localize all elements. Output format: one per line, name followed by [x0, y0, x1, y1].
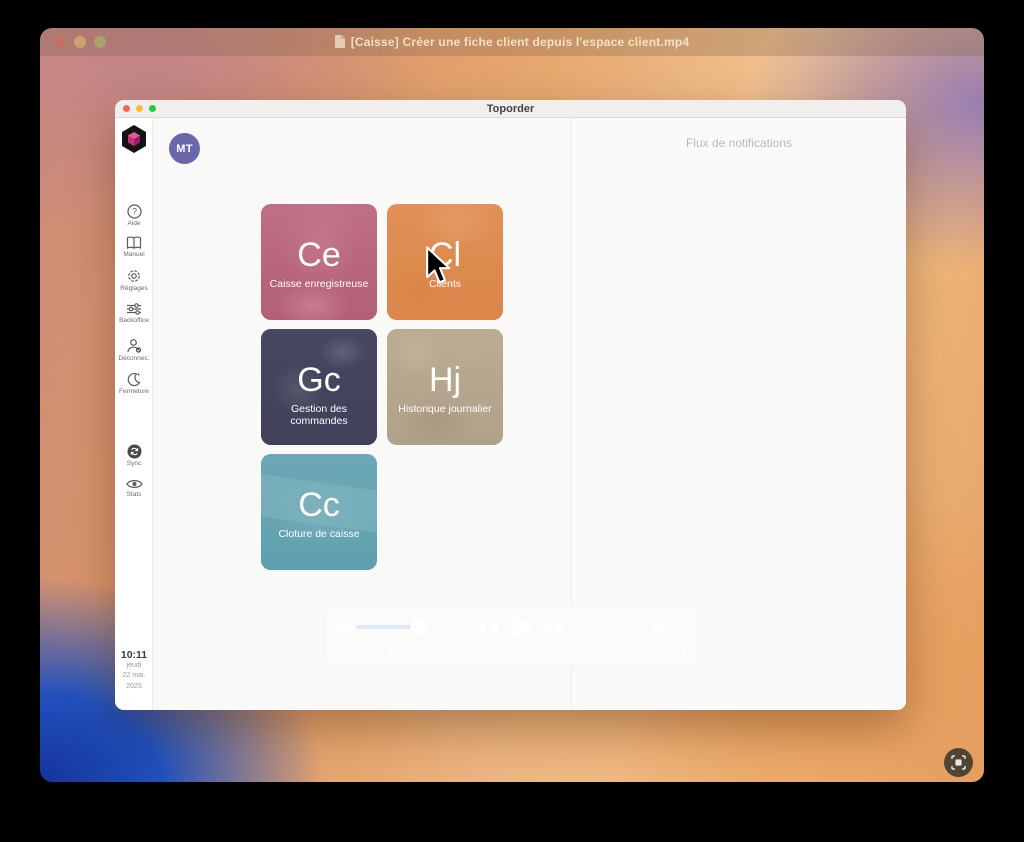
sidebar: ? Aide Manuel Réglages Backoffice Déconn… [115, 118, 153, 710]
moon-icon [126, 372, 142, 387]
user-badge-icon [126, 338, 143, 354]
playback-controls[interactable]: » 139 F 3792 F [326, 605, 700, 665]
sidebar-item-sync[interactable]: Sync [115, 444, 153, 467]
airplay-icon[interactable] [606, 619, 626, 635]
playhead[interactable] [388, 648, 391, 662]
tile-cloture-de-caisse[interactable]: Cc Cloture de caisse [261, 454, 377, 570]
timeline-played [376, 655, 386, 657]
player-titlebar[interactable]: [Caisse] Créer une fiche client depuis l… [40, 28, 984, 56]
mouse-cursor [424, 246, 454, 286]
frame-counter-current: 139 F [338, 648, 366, 660]
player-title: [Caisse] Créer une fiche client depuis l… [40, 35, 984, 49]
document-icon [335, 35, 346, 48]
play-icon[interactable] [510, 613, 534, 641]
volume-slider[interactable] [356, 625, 418, 629]
clock-year: 2025 [115, 682, 153, 693]
app-titlebar[interactable]: Toporder [115, 100, 906, 118]
sidebar-item-backoffice[interactable]: Backoffice [115, 302, 153, 324]
tile-historique-journalier[interactable]: Hj Historique journalier [387, 329, 503, 445]
svg-text:?: ? [131, 207, 136, 217]
pip-icon[interactable] [642, 619, 663, 635]
sidebar-item-reglages[interactable]: Réglages [115, 268, 153, 292]
video-player-window: [Caisse] Créer une fiche client depuis l… [40, 28, 984, 782]
sidebar-clock: 10:11 jeudi 22 mai. 2025 [115, 649, 153, 693]
sidebar-item-deconnexion[interactable]: Déconnec. [115, 338, 153, 362]
timeline[interactable]: 139 F 3792 F [326, 645, 700, 665]
sliders-icon [126, 302, 142, 316]
timeline-remaining [394, 655, 630, 657]
notifications-title: Flux de notifications [572, 136, 906, 150]
tile-caisse-enregistreuse[interactable]: Ce Caisse enregistreuse [261, 204, 377, 320]
help-circle-icon: ? [127, 204, 142, 219]
rewind-icon[interactable] [474, 618, 500, 636]
sync-icon [127, 444, 142, 459]
clock-weekday: jeudi [115, 661, 153, 672]
toporder-logo-icon[interactable] [120, 124, 148, 159]
frame-counter-total: 3792 F [654, 648, 688, 660]
sidebar-item-stats[interactable]: Stats [115, 478, 153, 498]
more-chevrons-icon[interactable]: » [678, 616, 687, 636]
clock-time: 10:11 [115, 649, 153, 661]
sidebar-item-aide[interactable]: ? Aide [115, 204, 153, 227]
tile-gestion-des-commandes[interactable]: Gc Gestion des commandes [261, 329, 377, 445]
sidebar-item-fermeture[interactable]: Fermeture [115, 372, 153, 395]
avatar[interactable]: MT [169, 133, 200, 164]
clock-date: 22 mai. [115, 671, 153, 682]
screen-capture-button[interactable] [944, 748, 973, 777]
sidebar-item-manuel[interactable]: Manuel [115, 236, 153, 258]
book-icon [126, 236, 142, 250]
eye-icon [126, 478, 143, 490]
volume-icon[interactable] [336, 619, 354, 635]
fast-forward-icon[interactable] [542, 618, 568, 636]
screenshot-icon [951, 755, 966, 770]
app-window-title: Toporder [115, 103, 906, 115]
volume-knob[interactable] [410, 618, 427, 635]
gear-icon [126, 268, 142, 284]
